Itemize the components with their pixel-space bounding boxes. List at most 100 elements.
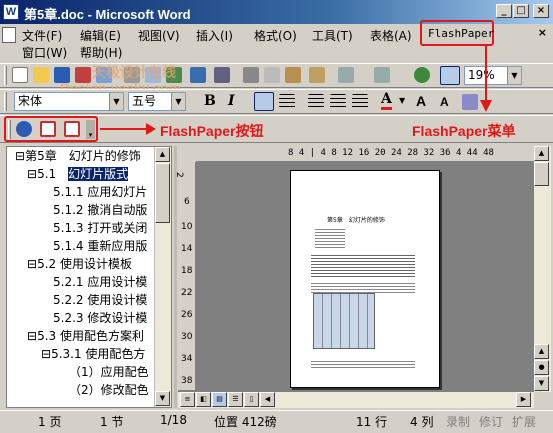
page-text-block bbox=[311, 283, 415, 293]
ruler-ticks: 8 4 | 4 8 12 16 20 24 28 32 36 4 44 48 bbox=[288, 148, 494, 158]
style-icon[interactable] bbox=[462, 94, 478, 110]
undo-icon[interactable] bbox=[338, 67, 354, 83]
font-combo[interactable]: 宋体 ▼ bbox=[14, 92, 124, 111]
research2-icon[interactable] bbox=[214, 67, 230, 83]
hyperlink-icon[interactable] bbox=[414, 67, 430, 83]
word-app-icon[interactable]: W bbox=[3, 4, 19, 20]
outline-item[interactable]: ⊟5.3.1 使用配色方 bbox=[41, 345, 145, 363]
status-ext[interactable]: 扩展 bbox=[512, 413, 536, 430]
pane-splitter[interactable] bbox=[174, 146, 177, 408]
page-text-block bbox=[311, 361, 415, 369]
font-value: 宋体 bbox=[18, 94, 43, 108]
redo-icon[interactable] bbox=[374, 67, 390, 83]
document-icon[interactable] bbox=[2, 27, 16, 43]
reading-view-icon[interactable]: ▯ bbox=[244, 392, 259, 407]
grow-font-button[interactable]: A bbox=[416, 93, 426, 109]
scroll-down-button[interactable]: ▼ bbox=[155, 391, 170, 406]
research-icon[interactable] bbox=[190, 67, 206, 83]
open-icon[interactable] bbox=[33, 67, 49, 83]
font-color-button[interactable]: A bbox=[381, 92, 392, 110]
outline-item[interactable]: 5.1.3 打开或关闭 bbox=[53, 219, 147, 237]
scroll-up-button[interactable]: ▲ bbox=[534, 344, 549, 359]
menu-tools[interactable]: 工具(T) bbox=[312, 27, 353, 44]
scroll-right-button[interactable]: ▶ bbox=[516, 392, 531, 407]
outline-item[interactable]: 5.2.3 修改设计模 bbox=[53, 309, 147, 327]
toolbar-options-icon[interactable]: ▾ bbox=[86, 120, 95, 139]
outline-item[interactable]: 5.2.2 使用设计模 bbox=[53, 291, 147, 309]
document-close-button[interactable]: × bbox=[538, 26, 547, 39]
status-bar: 1 页 1 节 1/18 位置 412磅 11 行 4 列 录制 修订 扩展 bbox=[0, 410, 553, 433]
scroll-thumb[interactable] bbox=[155, 163, 170, 223]
select-browse-object-button[interactable]: ● bbox=[534, 360, 549, 375]
chevron-down-icon[interactable]: ▼ bbox=[171, 93, 185, 110]
menu-help[interactable]: 帮助(H) bbox=[80, 44, 122, 61]
flashpaper-pdf-icon[interactable] bbox=[40, 121, 56, 137]
shrink-font-button[interactable]: A bbox=[440, 95, 449, 109]
bullets-icon[interactable] bbox=[330, 94, 346, 110]
toolbar-grip[interactable] bbox=[4, 92, 7, 111]
chevron-down-icon[interactable]: ▼ bbox=[399, 96, 405, 105]
outline-item[interactable]: 5.2.1 应用设计模 bbox=[53, 273, 147, 291]
scroll-down-button[interactable]: ▼ bbox=[534, 376, 549, 391]
outline-view-icon[interactable]: ☰ bbox=[228, 392, 243, 407]
vruler-tick: 38 bbox=[181, 376, 193, 386]
toolbar-grip[interactable] bbox=[4, 66, 7, 85]
outline-item[interactable]: 5.1.1 应用幻灯片 bbox=[53, 183, 147, 201]
scroll-left-button[interactable]: ◀ bbox=[260, 392, 275, 407]
menu-view[interactable]: 视图(V) bbox=[138, 27, 180, 44]
menu-file[interactable]: 文件(F) bbox=[22, 27, 62, 44]
format-painter-icon[interactable] bbox=[309, 67, 325, 83]
minimize-button[interactable]: _ bbox=[496, 4, 512, 18]
scroll-up-button[interactable]: ▲ bbox=[155, 147, 170, 162]
outline-item[interactable]: （2）修改配色 bbox=[69, 381, 149, 399]
toolbar-grip[interactable] bbox=[8, 120, 11, 139]
bold-button[interactable]: B bbox=[204, 93, 216, 109]
status-rec[interactable]: 录制 bbox=[446, 413, 470, 430]
outline-item[interactable]: ⊟5.3 使用配色方案利 bbox=[27, 327, 144, 345]
scroll-thumb[interactable] bbox=[534, 162, 549, 186]
justify-button[interactable] bbox=[254, 92, 274, 111]
reading-layout-icon[interactable] bbox=[440, 66, 460, 85]
outline-item[interactable]: ⊟5.2 使用设计模板 bbox=[27, 255, 132, 273]
document-map-pane[interactable]: ⊟第5章 幻灯片的修饰 ⊟5.1 幻灯片版式 5.1.1 应用幻灯片 5.1.2… bbox=[6, 146, 172, 408]
normal-view-icon[interactable]: ≡ bbox=[180, 392, 195, 407]
menu-format[interactable]: 格式(O) bbox=[254, 27, 297, 44]
chevron-down-icon[interactable]: ▼ bbox=[507, 67, 521, 84]
align-center-icon[interactable] bbox=[279, 94, 295, 110]
menu-window[interactable]: 窗口(W) bbox=[22, 44, 67, 61]
outline-item[interactable]: （1）应用配色 bbox=[69, 363, 149, 381]
zoom-combo[interactable]: 19% ▼ bbox=[464, 66, 522, 85]
indent-icon[interactable] bbox=[352, 94, 368, 110]
chevron-down-icon[interactable]: ▼ bbox=[109, 93, 123, 110]
copy-icon[interactable] bbox=[264, 67, 280, 83]
document-page[interactable]: 第5章 幻灯片的修饰 bbox=[290, 170, 440, 388]
maximize-button[interactable]: □ bbox=[513, 4, 529, 18]
paste-icon[interactable] bbox=[285, 67, 301, 83]
outline-item[interactable]: 5.1.4 重新应用版 bbox=[53, 237, 147, 255]
print-view-icon[interactable]: ▤ bbox=[212, 392, 227, 407]
horizontal-scrollbar[interactable]: ≡ ◧ ▤ ☰ ▯ ◀ ▶ bbox=[178, 392, 534, 408]
menu-table[interactable]: 表格(A) bbox=[370, 27, 412, 44]
outline-item[interactable]: ⊟第5章 幻灯片的修饰 bbox=[15, 147, 141, 165]
menu-insert[interactable]: 插入(I) bbox=[196, 27, 233, 44]
font-size-combo[interactable]: 五号 ▼ bbox=[128, 92, 186, 111]
status-trk[interactable]: 修订 bbox=[479, 413, 503, 430]
horizontal-ruler[interactable]: 8 4 | 4 8 12 16 20 24 28 32 36 4 44 48 bbox=[196, 146, 534, 162]
outline-item[interactable]: ⊟5.1 幻灯片版式 bbox=[27, 165, 129, 183]
web-view-icon[interactable]: ◧ bbox=[196, 392, 211, 407]
new-icon[interactable] bbox=[12, 67, 28, 83]
flashpaper-icon[interactable] bbox=[16, 121, 32, 137]
menu-flashpaper[interactable]: FlashPaper bbox=[428, 27, 494, 40]
numbering-icon[interactable] bbox=[308, 94, 324, 110]
menu-edit[interactable]: 编辑(E) bbox=[80, 27, 121, 44]
flashpaper-swf-icon[interactable] bbox=[64, 121, 80, 137]
outline-item[interactable]: 5.1.2 撤消自动版 bbox=[53, 201, 147, 219]
cut-icon[interactable] bbox=[243, 67, 259, 83]
italic-button[interactable]: I bbox=[228, 93, 235, 109]
document-scrollbar[interactable]: ▲ ▲ ● ▼ bbox=[534, 146, 551, 392]
scroll-up-button[interactable]: ▲ bbox=[534, 146, 549, 161]
annotation-arrow-shaft bbox=[100, 128, 146, 130]
close-button[interactable]: × bbox=[533, 4, 549, 18]
outline-scrollbar[interactable]: ▲ ▼ bbox=[154, 147, 171, 407]
vruler-tick: 22 bbox=[181, 288, 193, 298]
